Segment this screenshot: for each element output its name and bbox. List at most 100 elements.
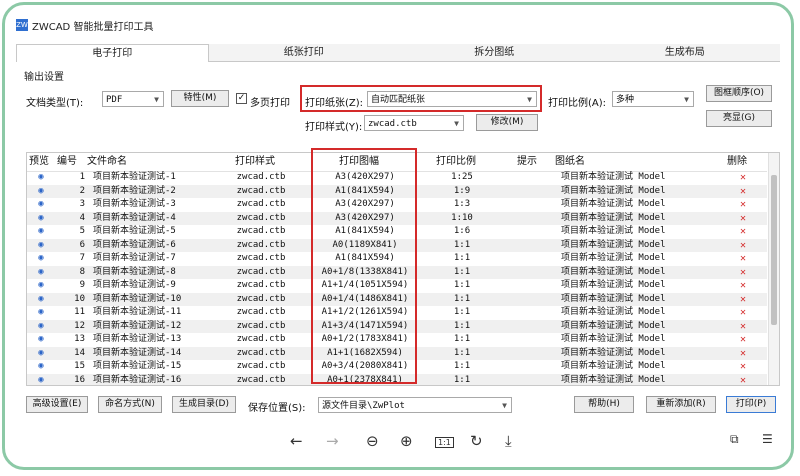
style-select[interactable]: zwcad.ctb ▼ xyxy=(364,115,464,131)
preview-eye-icon[interactable]: ◉ xyxy=(27,279,55,293)
row-tip xyxy=(505,225,561,239)
row-tip xyxy=(505,374,561,386)
re-add-button[interactable]: 重新添加(R) xyxy=(646,396,716,413)
delete-icon[interactable]: ✕ xyxy=(723,198,763,212)
table-row[interactable]: ◉ 2 项目新本验证测试-2 zwcad.ctb A1(841X594) 1:9 项目新本验… xyxy=(27,184,767,199)
delete-icon[interactable]: ✕ xyxy=(723,333,763,347)
preview-eye-icon[interactable]: ◉ xyxy=(27,374,55,386)
row-paper: A1+1/2(1261X594) xyxy=(321,307,409,317)
paper-select[interactable]: 自动匹配纸张 ▼ xyxy=(367,91,537,107)
delete-icon[interactable]: ✕ xyxy=(723,306,763,320)
vertical-scrollbar[interactable] xyxy=(768,153,779,385)
back-arrow-icon[interactable]: ← xyxy=(290,432,303,450)
preview-eye-icon[interactable]: ◉ xyxy=(27,306,55,320)
delete-icon[interactable]: ✕ xyxy=(723,266,763,280)
actual-size-icon[interactable]: 1:1 xyxy=(435,437,454,448)
col-sheet[interactable]: 图纸名 xyxy=(555,153,717,171)
delete-icon[interactable]: ✕ xyxy=(723,320,763,334)
download-icon[interactable]: ⤓ xyxy=(505,432,512,450)
preview-eye-icon[interactable]: ◉ xyxy=(27,266,55,280)
preview-eye-icon[interactable]: ◉ xyxy=(27,225,55,239)
row-paper: A1+3/4(1471X594) xyxy=(321,320,409,331)
print-button[interactable]: 打印(P) xyxy=(726,396,776,413)
screenshot-icon[interactable]: ⧉ xyxy=(730,432,739,447)
table-row[interactable]: ◉ 10 项目新本验证测试-10 zwcad.ctb A0+1/4(1486X841) 1… xyxy=(27,292,767,307)
delete-icon[interactable]: ✕ xyxy=(723,171,763,185)
preview-eye-icon[interactable]: ◉ xyxy=(27,239,55,253)
preview-eye-icon[interactable]: ◉ xyxy=(27,333,55,347)
col-print-style[interactable]: 打印样式 xyxy=(205,153,305,171)
table-row[interactable]: ◉ 1 项目新本验证测试-1 zwcad.ctb A3(420X297) 1:25 项目新本… xyxy=(27,171,767,185)
table-row[interactable]: ◉ 16 项目新本验证测试-16 zwcad.ctb A0+1(2378X841) 1:1… xyxy=(27,373,767,386)
zoom-out-icon[interactable]: ⊖ xyxy=(366,432,379,450)
delete-icon[interactable]: ✕ xyxy=(723,185,763,199)
forward-arrow-icon[interactable]: → xyxy=(326,432,339,450)
col-preview[interactable]: 预览 xyxy=(27,153,57,171)
tab-split-drawing[interactable]: 拆分图纸 xyxy=(399,44,590,62)
col-paper[interactable]: 打印图幅 xyxy=(305,153,413,171)
table-row[interactable]: ◉ 13 项目新本验证测试-13 zwcad.ctb A0+1/2(1783X841) 1… xyxy=(27,333,767,347)
table-row[interactable]: ◉ 11 项目新本验证测试-11 zwcad.ctb A1+1/2(1261X594) 1… xyxy=(27,306,767,320)
col-number[interactable]: 编号 xyxy=(57,153,87,171)
modify-button[interactable]: 修改(M) xyxy=(476,114,538,131)
tab-paper-print[interactable]: 纸张打印 xyxy=(208,44,399,62)
frame-order-button[interactable]: 图框顺序(O) xyxy=(706,85,772,102)
preview-eye-icon[interactable]: ◉ xyxy=(27,185,55,199)
preview-eye-icon[interactable]: ◉ xyxy=(27,320,55,334)
multipage-checkbox[interactable]: ✓ xyxy=(236,93,247,104)
paper-label: 打印纸张(Z): xyxy=(305,98,364,109)
col-scale[interactable]: 打印比例 xyxy=(413,153,499,171)
table-row[interactable]: ◉ 8 项目新本验证测试-8 zwcad.ctb A0+1/8(1338X841) 1:1… xyxy=(27,265,767,280)
table-row[interactable]: ◉ 12 项目新本验证测试-12 zwcad.ctb A1+3/4(1471X594) 1… xyxy=(27,319,767,334)
table-row[interactable]: ◉ 14 项目新本验证测试-14 zwcad.ctb A1+1(1682X594) 1:1… xyxy=(27,346,767,361)
save-location-select[interactable]: 源文件目录\ZwPlot ▼ xyxy=(318,397,512,413)
preview-eye-icon[interactable]: ◉ xyxy=(27,198,55,212)
table-row[interactable]: ◉ 6 项目新本验证测试-6 zwcad.ctb A0(1189X841) 1:1 项目新本… xyxy=(27,238,767,253)
advanced-settings-button[interactable]: 高级设置(E) xyxy=(26,396,88,413)
generate-directory-button[interactable]: 生成目录(D) xyxy=(172,396,236,413)
preview-eye-icon[interactable]: ◉ xyxy=(27,212,55,226)
table-row[interactable]: ◉ 5 项目新本验证测试-5 zwcad.ctb A1(841X594) 1:6 项目新本验… xyxy=(27,225,767,239)
table-row[interactable]: ◉ 4 项目新本验证测试-4 zwcad.ctb A3(420X297) 1:10 项目新本… xyxy=(27,211,767,226)
col-filename[interactable]: 文件命名 xyxy=(87,153,205,171)
row-filename: 项目新本验证测试-9 xyxy=(93,280,176,290)
table-row[interactable]: ◉ 9 项目新本验证测试-9 zwcad.ctb A1+1/4(1051X594) 1:1… xyxy=(27,279,767,293)
preview-eye-icon[interactable]: ◉ xyxy=(27,171,55,185)
table-row[interactable]: ◉ 3 项目新本验证测试-3 zwcad.ctb A3(420X297) 1:3 项目新本验… xyxy=(27,198,767,212)
delete-icon[interactable]: ✕ xyxy=(723,225,763,239)
preview-eye-icon[interactable]: ◉ xyxy=(27,252,55,266)
col-delete[interactable]: 删除 xyxy=(717,153,757,171)
highlight-button[interactable]: 亮显(G) xyxy=(706,110,772,127)
col-tip[interactable]: 提示 xyxy=(499,153,555,171)
delete-icon[interactable]: ✕ xyxy=(723,279,763,293)
delete-icon[interactable]: ✕ xyxy=(723,360,763,374)
preview-eye-icon[interactable]: ◉ xyxy=(27,293,55,307)
tab-generate-layout[interactable]: 生成布局 xyxy=(589,44,780,62)
delete-icon[interactable]: ✕ xyxy=(723,239,763,253)
scroll-thumb[interactable] xyxy=(771,175,777,325)
preview-eye-icon[interactable]: ◉ xyxy=(27,360,55,374)
zoom-in-icon[interactable]: ⊕ xyxy=(400,432,413,450)
delete-icon[interactable]: ✕ xyxy=(723,347,763,361)
delete-icon[interactable]: ✕ xyxy=(723,212,763,226)
row-print-style: zwcad.ctb xyxy=(236,361,286,371)
naming-mode-button[interactable]: 命名方式(N) xyxy=(98,396,162,413)
chevron-down-icon: ▼ xyxy=(527,95,532,104)
tab-electronic-print[interactable]: 电子打印 xyxy=(16,44,209,62)
more-icon[interactable]: ☰ xyxy=(762,432,773,446)
file-table: 预览 编号 文件命名 打印样式 打印图幅 打印比例 提示 图纸名 删除 ◉ 1 项目… xyxy=(26,152,780,386)
delete-icon[interactable]: ✕ xyxy=(723,252,763,266)
scale-select[interactable]: 多种 ▼ xyxy=(612,91,694,107)
delete-icon[interactable]: ✕ xyxy=(723,293,763,307)
table-row[interactable]: ◉ 7 项目新本验证测试-7 zwcad.ctb A1(841X594) 1:1 项目新本验… xyxy=(27,252,767,266)
doc-type-select[interactable]: PDF ▼ xyxy=(102,91,164,107)
help-button[interactable]: 帮助(H) xyxy=(574,396,634,413)
row-paper: A1(841X594) xyxy=(335,185,395,196)
preview-eye-icon[interactable]: ◉ xyxy=(27,347,55,361)
rotate-icon[interactable]: ↻ xyxy=(470,432,483,450)
properties-button[interactable]: 特性(M) xyxy=(171,90,229,107)
table-row[interactable]: ◉ 15 项目新本验证测试-15 zwcad.ctb A0+3/4(2080X841) 1… xyxy=(27,360,767,374)
row-scale: 1:3 xyxy=(453,199,471,209)
window-title: ZWCAD 智能批量打印工具 xyxy=(32,21,154,33)
delete-icon[interactable]: ✕ xyxy=(723,374,763,386)
